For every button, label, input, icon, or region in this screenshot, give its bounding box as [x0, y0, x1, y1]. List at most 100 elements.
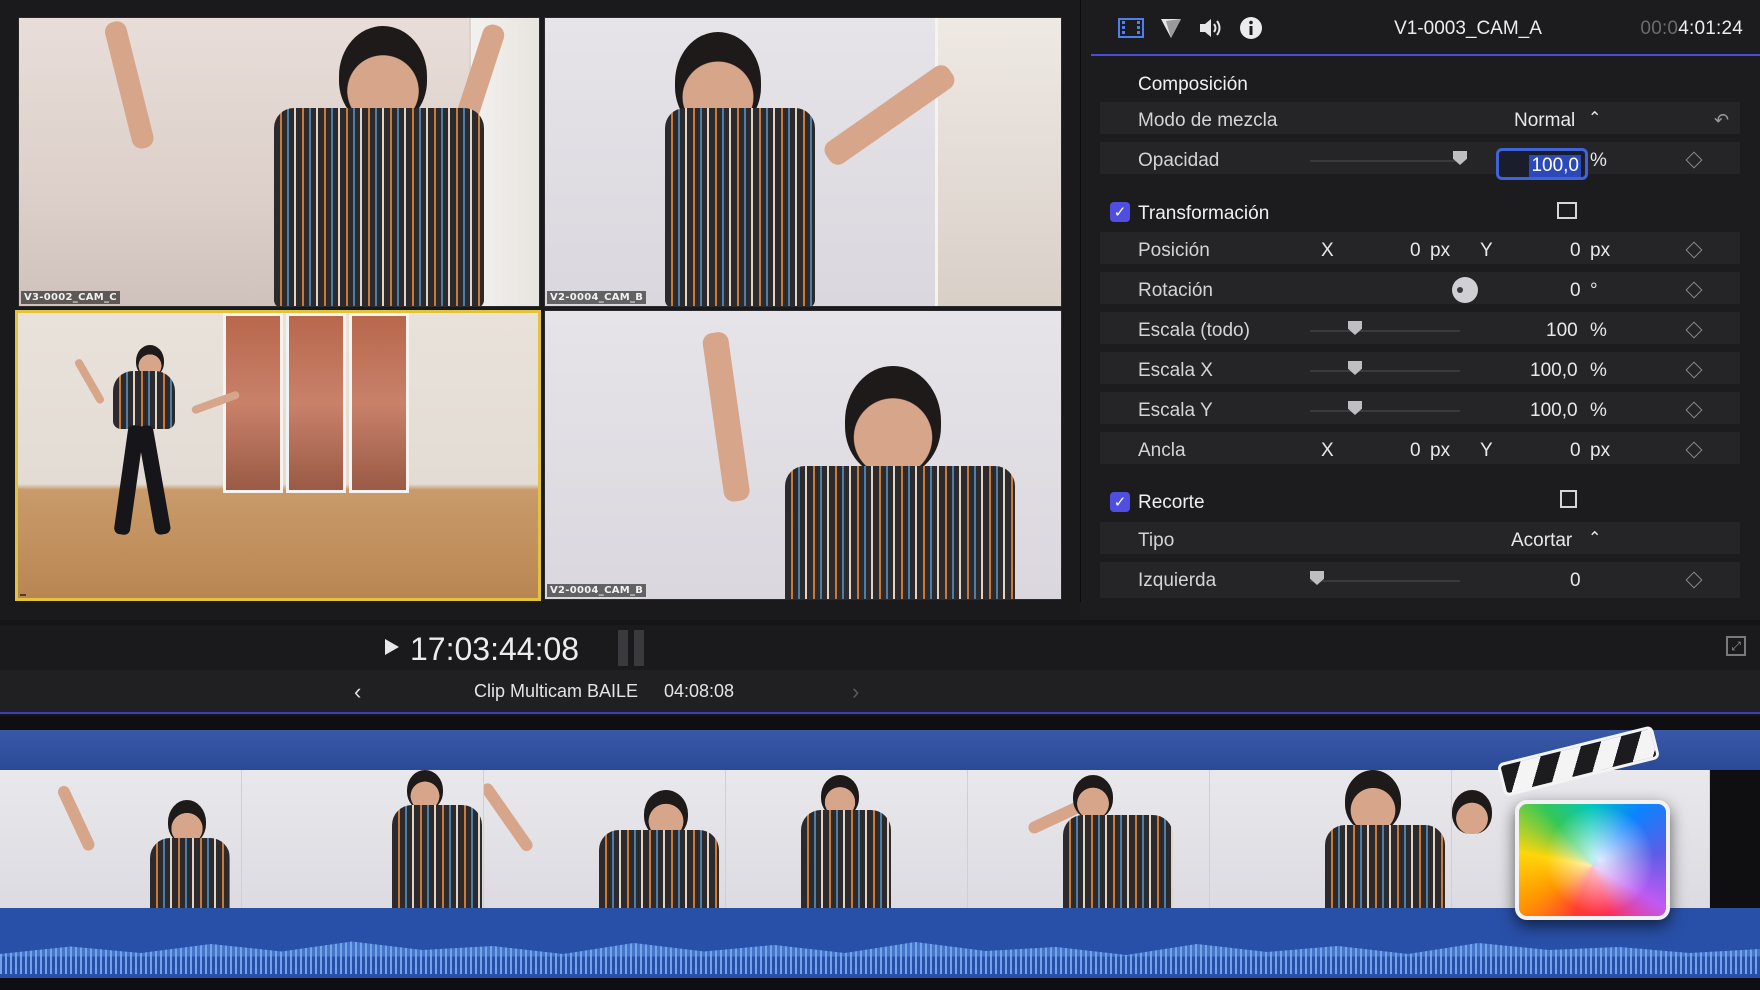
- crop-type-label: Tipo: [1138, 530, 1175, 551]
- video-icon[interactable]: [1117, 14, 1145, 42]
- angle-4-image: [545, 311, 1061, 599]
- transform-checkbox[interactable]: ✓: [1110, 202, 1130, 222]
- angle-4-label: V2-0004_CAM_B: [547, 584, 647, 597]
- scale-x-row: Escala X 100,0 %: [1100, 352, 1740, 388]
- anchor-y-value[interactable]: 0: [1570, 440, 1581, 462]
- scale-x-slider-track[interactable]: [1310, 370, 1460, 372]
- scale-y-slider-track[interactable]: [1310, 410, 1460, 412]
- scale-all-keyframe-icon[interactable]: [1685, 321, 1703, 339]
- timecode-main-part: 4:01:24: [1678, 18, 1743, 39]
- transport-bar: 17:03:44:08 ⤢: [0, 625, 1760, 670]
- scale-x-value[interactable]: 100,0: [1530, 360, 1578, 382]
- scale-all-label: Escala (todo): [1138, 320, 1250, 341]
- anchor-x-unit: px: [1430, 440, 1451, 461]
- opacity-row: Opacidad %: [1100, 142, 1740, 178]
- position-x-unit: px: [1430, 240, 1451, 261]
- color-icon[interactable]: [1157, 14, 1185, 42]
- opacity-input[interactable]: 100,0: [1496, 148, 1588, 180]
- angle-2-label: V2-0004_CAM_B: [547, 291, 647, 304]
- inspector-timecode: 00:04:01:24: [1640, 18, 1743, 40]
- angle-3-active[interactable]: [15, 310, 541, 601]
- rotation-unit: °: [1590, 280, 1598, 301]
- inspector-header: V1-0003_CAM_A 00:04:01:24: [1091, 0, 1760, 56]
- blend-mode-row[interactable]: Modo de mezcla Normal ⌃ ↶: [1100, 102, 1740, 138]
- position-y-axis: Y: [1480, 240, 1493, 261]
- scale-all-row: Escala (todo) 100 %: [1100, 312, 1740, 348]
- rotation-keyframe-icon[interactable]: [1685, 281, 1703, 299]
- audio-icon[interactable]: [1197, 14, 1225, 42]
- crop-left-slider-knob[interactable]: [1310, 571, 1324, 585]
- filmstrip-frame: [1210, 770, 1452, 908]
- scale-y-unit: %: [1590, 400, 1607, 421]
- anchor-row: Ancla X 0 px Y 0 px: [1100, 432, 1740, 468]
- position-keyframe-icon[interactable]: [1685, 241, 1703, 259]
- info-icon[interactable]: [1237, 14, 1265, 42]
- rotation-row: Rotación 0 °: [1100, 272, 1740, 308]
- playhead-timecode[interactable]: 17:03:44:08: [410, 631, 579, 668]
- rotation-label: Rotación: [1138, 280, 1213, 301]
- crop-left-value[interactable]: 0: [1570, 570, 1581, 592]
- rotation-value[interactable]: 0: [1570, 280, 1581, 302]
- audio-waveform-lane[interactable]: [0, 908, 1760, 978]
- angle-3-image: [18, 313, 538, 598]
- angle-4[interactable]: V2-0004_CAM_B: [544, 310, 1062, 600]
- scale-y-keyframe-icon[interactable]: [1685, 401, 1703, 419]
- filmstrip-frame: [968, 770, 1210, 908]
- crop-onscreen-icon[interactable]: [1560, 490, 1577, 508]
- history-back-icon[interactable]: ‹: [354, 679, 361, 705]
- timeline-clip-name: Clip Multicam BAILE: [474, 681, 639, 701]
- scale-x-unit: %: [1590, 360, 1607, 381]
- scale-y-value[interactable]: 100,0: [1530, 400, 1578, 422]
- opacity-label: Opacidad: [1138, 150, 1220, 171]
- crop-checkbox[interactable]: ✓: [1110, 492, 1130, 512]
- crop-type-row[interactable]: Tipo Acortar ⌃: [1100, 522, 1740, 558]
- timecode-dim-part: 00:0: [1640, 18, 1679, 39]
- position-row: Posición X 0 px Y 0 px: [1100, 232, 1740, 268]
- anchor-x-value[interactable]: 0: [1410, 440, 1421, 462]
- crop-type-chevron-icon[interactable]: ⌃: [1588, 528, 1601, 548]
- scale-all-slider-track[interactable]: [1310, 330, 1460, 332]
- anchor-keyframe-icon[interactable]: [1685, 441, 1703, 459]
- crop-left-keyframe-icon[interactable]: [1685, 571, 1703, 589]
- rotation-dial[interactable]: [1452, 277, 1478, 303]
- filmstrip-frame: [242, 770, 484, 908]
- history-forward-icon[interactable]: ›: [852, 679, 859, 705]
- scale-all-value[interactable]: 100: [1546, 320, 1578, 342]
- composition-title: Composición: [1138, 74, 1248, 95]
- scale-x-keyframe-icon[interactable]: [1685, 361, 1703, 379]
- opacity-slider-track[interactable]: [1310, 160, 1460, 162]
- transform-onscreen-icon[interactable]: [1557, 202, 1577, 219]
- final-cut-pro-logo-icon: [1496, 725, 1680, 925]
- timeline[interactable]: [0, 716, 1760, 990]
- angle-3-label: [20, 594, 26, 596]
- opacity-keyframe-icon[interactable]: [1685, 151, 1703, 169]
- reset-icon[interactable]: ↶: [1714, 110, 1729, 131]
- scale-y-row: Escala Y 100,0 %: [1100, 392, 1740, 428]
- position-y-value[interactable]: 0: [1570, 240, 1581, 262]
- app-window: V3-0002_CAM_C V2-0004_CAM_B V2-0004_CAM_…: [0, 0, 1760, 990]
- blend-mode-value[interactable]: Normal: [1514, 110, 1575, 132]
- opacity-value[interactable]: 100,0: [1529, 155, 1581, 177]
- clip-filmstrip[interactable]: [0, 770, 1710, 908]
- blend-mode-chevron-icon[interactable]: ⌃: [1588, 108, 1601, 128]
- anchor-label: Ancla: [1138, 440, 1186, 461]
- crop-left-slider-track[interactable]: [1310, 580, 1460, 582]
- clip-header-band: [0, 730, 1760, 770]
- fullscreen-icon[interactable]: ⤢: [1726, 636, 1746, 656]
- scale-all-slider-knob[interactable]: [1348, 321, 1362, 335]
- angle-1[interactable]: V3-0002_CAM_C: [18, 17, 540, 307]
- inspector-bottom-edge: [1080, 602, 1760, 620]
- opacity-slider-knob[interactable]: [1453, 151, 1467, 165]
- play-icon[interactable]: [385, 639, 399, 655]
- position-x-value[interactable]: 0: [1410, 240, 1421, 262]
- fcp-logo-board: [1515, 800, 1670, 920]
- angle-2-image: [545, 18, 1061, 306]
- anchor-x-axis: X: [1321, 440, 1334, 461]
- scale-x-slider-knob[interactable]: [1348, 361, 1362, 375]
- angle-1-image: [19, 18, 539, 306]
- position-y-unit: px: [1590, 240, 1611, 261]
- angle-2[interactable]: V2-0004_CAM_B: [544, 17, 1062, 307]
- position-label: Posición: [1138, 240, 1210, 261]
- scale-y-slider-knob[interactable]: [1348, 401, 1362, 415]
- crop-type-value[interactable]: Acortar: [1511, 530, 1572, 552]
